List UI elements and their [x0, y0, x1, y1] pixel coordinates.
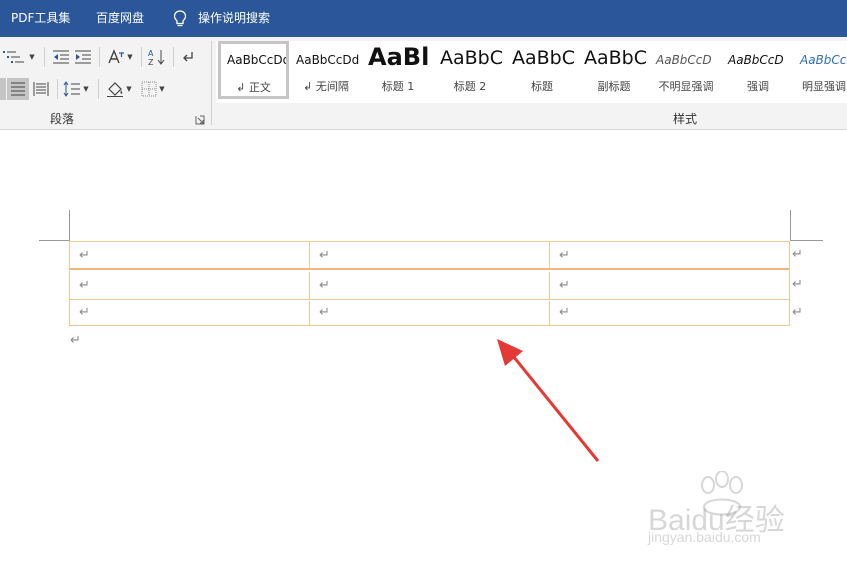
paragraph-mark-icon — [183, 52, 193, 62]
style-heading-1[interactable]: AaBl 标题 1 — [362, 41, 434, 99]
show-marks-button[interactable] — [178, 46, 198, 68]
line-spacing-button[interactable]: ▼ — [60, 78, 92, 100]
style-subtitle[interactable]: AaBbC 副标题 — [578, 41, 650, 99]
paragraph-group-label: 段落 — [49, 112, 74, 126]
ribbon: ▼ ▼ A Z ▼ ▼ ▼ 段落 AaBbCcDd ↲ 正文 AaBbCcDd … — [0, 37, 847, 130]
style-normal[interactable]: AaBbCcDd ↲ 正文 — [218, 41, 289, 99]
sort-icon: A Z — [148, 49, 165, 66]
style-no-spacing[interactable]: AaBbCcDd ↲ 无间隔 — [290, 41, 362, 99]
chinese-layout-button[interactable]: ▼ — [104, 46, 136, 68]
justify-icon — [11, 82, 25, 96]
paragraph-group: ▼ ▼ A Z ▼ ▼ ▼ 段落 — [0, 37, 211, 130]
lightbulb-icon — [173, 10, 187, 27]
multilevel-list-button[interactable]: ▼ — [0, 46, 38, 68]
line-spacing-icon — [63, 81, 81, 97]
svg-text:Z: Z — [148, 58, 154, 66]
chinese-layout-icon — [108, 49, 125, 64]
distributed-icon — [33, 82, 49, 96]
increase-indent-icon — [75, 50, 91, 64]
style-intense-emphasis[interactable]: AaBbCcD 明显强调 — [794, 41, 847, 99]
align-left-button[interactable] — [0, 78, 6, 100]
baidu-watermark: Baidu经验 jingyan.baidu.com — [648, 471, 838, 551]
style-emphasis[interactable]: AaBbCcD 强调 — [722, 41, 794, 99]
multilevel-list-icon — [3, 51, 25, 63]
document-canvas[interactable]: ↵ ↵ ↵ ↵ ↵ ↵ ↵ ↵ ↵ ↵ ↵ ↵ ↵ Baidu经验 jingya… — [0, 131, 847, 564]
increase-indent-button[interactable] — [73, 46, 93, 68]
paint-bucket-icon — [107, 82, 124, 97]
menu-bar: PDF工具集 百度网盘 操作说明搜索 — [0, 0, 847, 37]
justify-button[interactable] — [7, 78, 29, 100]
shading-button[interactable]: ▼ — [103, 78, 135, 100]
borders-button[interactable]: ▼ — [137, 78, 169, 100]
borders-icon — [141, 81, 157, 97]
style-heading-2[interactable]: AaBbC 标题 2 — [434, 41, 506, 99]
styles-group-label: 样式 — [673, 112, 698, 126]
decrease-indent-button[interactable] — [51, 46, 71, 68]
svg-text:A: A — [148, 49, 154, 58]
style-subtle-emphasis[interactable]: AaBbCcD 不明显强调 — [650, 41, 722, 99]
sort-button[interactable]: A Z — [146, 46, 168, 68]
distributed-button[interactable] — [30, 78, 52, 100]
decrease-indent-icon — [53, 50, 69, 64]
style-title[interactable]: AaBbC 标题 — [506, 41, 578, 99]
pdf-tools-tab[interactable]: PDF工具集 — [11, 0, 70, 37]
dialog-launcher-icon[interactable] — [195, 115, 205, 125]
styles-gallery[interactable]: AaBbCcDd ↲ 正文 AaBbCcDd ↲ 无间隔 AaBl 标题 1 A… — [216, 41, 847, 103]
tell-me-search[interactable]: 操作说明搜索 — [198, 0, 270, 37]
baidu-netdisk-tab[interactable]: 百度网盘 — [96, 0, 144, 37]
